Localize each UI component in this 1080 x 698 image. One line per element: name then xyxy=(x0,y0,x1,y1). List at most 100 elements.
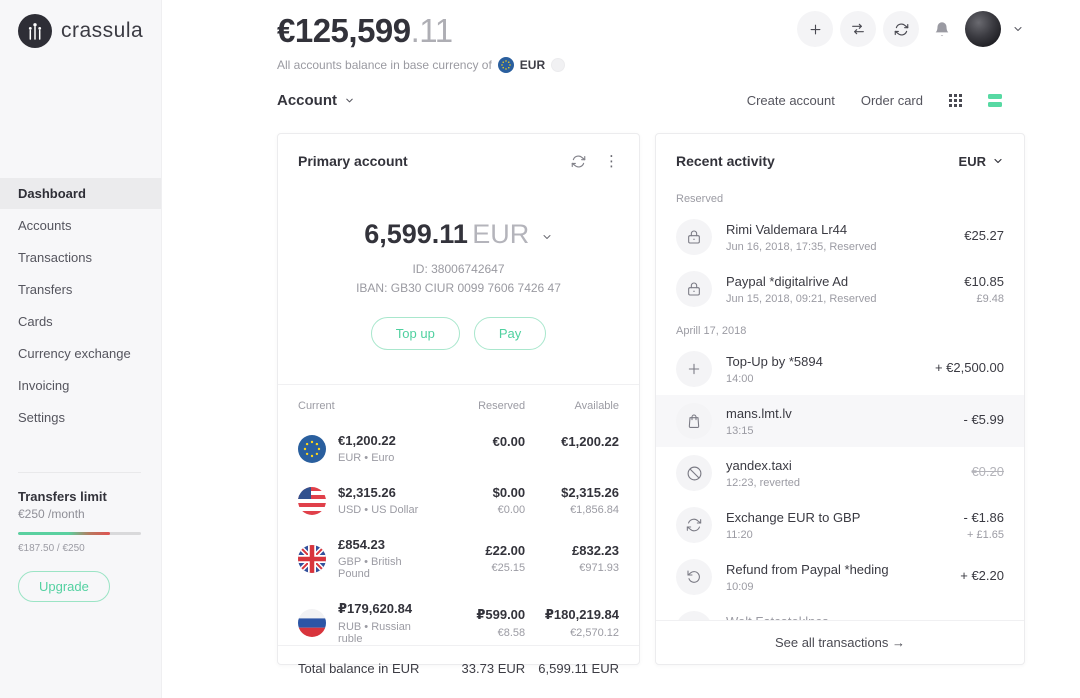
currency-toggle[interactable] xyxy=(551,58,565,72)
activity-subtitle: 10:09 xyxy=(726,581,960,593)
currency-code-line: GBP • British Pound xyxy=(338,556,431,580)
available-converted: €1,856.84 xyxy=(525,504,619,516)
available-converted: €971.93 xyxy=(525,562,619,574)
activity-title: Exchange EUR to GBP xyxy=(726,510,964,525)
total-balance-amount: €125,599.11 xyxy=(277,12,565,50)
reserved-converted: €0.00 xyxy=(431,504,525,516)
activity-item[interactable]: yandex.taxi 12:23, reverted €0.20 xyxy=(656,447,1024,499)
pay-button[interactable]: Pay xyxy=(474,317,546,350)
activity-subtitle: 12:23, reverted xyxy=(726,477,971,489)
sidebar-item-cards[interactable]: Cards xyxy=(0,306,161,337)
transfers-limit-subtitle: €250 /month xyxy=(18,507,141,521)
list-view-icon[interactable] xyxy=(988,94,1002,107)
base-currency-code[interactable]: EUR xyxy=(520,58,545,72)
currency-row[interactable]: $2,315.26 USD • US Dollar $0.00 €0.00 $2… xyxy=(298,485,619,516)
account-selector[interactable]: Account xyxy=(277,92,355,109)
activity-amount-converted: + £1.65 xyxy=(964,529,1004,541)
account-balance-currency: EUR xyxy=(472,219,529,249)
create-account-button[interactable]: Create account xyxy=(747,93,835,108)
activity-item[interactable]: Top-Up by *5894 14:00 + €2,500.00 xyxy=(656,343,1024,395)
currency-amount: £854.23 xyxy=(338,537,431,552)
activity-item[interactable]: Paypal *digitalrive Ad Jun 15, 2018, 09:… xyxy=(656,263,1024,315)
reserved-amount: £22.00 xyxy=(431,543,525,558)
grid-view-icon[interactable] xyxy=(949,94,962,107)
currency-row[interactable]: ₽179,620.84 RUB • Russian ruble ₽599.00 … xyxy=(298,601,619,645)
activity-amount: €10.85 xyxy=(964,274,1004,289)
base-currency-caption: All accounts balance in base currency of xyxy=(277,58,492,72)
total-available: 6,599.11 EUR xyxy=(525,661,619,676)
activity-item[interactable]: Wolt Fatcateklnca 09:39, Insufficient ba… xyxy=(656,603,1024,620)
topbar-actions xyxy=(797,11,1024,47)
add-button[interactable] xyxy=(797,11,833,47)
refresh-icon[interactable] xyxy=(571,154,586,169)
activity-title: Paypal *digitalrive Ad xyxy=(726,274,964,289)
top-up-button[interactable]: Top up xyxy=(371,317,460,350)
transfer-button[interactable] xyxy=(840,11,876,47)
transfers-limit-widget: Transfers limit €250 /month €187.50 / €2… xyxy=(18,472,141,602)
activity-group-label: Reserved xyxy=(656,183,1024,211)
available-amount: ₽180,219.84 xyxy=(525,607,619,623)
activity-item[interactable]: mans.lmt.lv 13:15 - €5.99 xyxy=(656,395,1024,447)
activity-amount: €0.20 xyxy=(971,464,1004,479)
available-amount: $2,315.26 xyxy=(525,485,619,500)
see-all-transactions-link[interactable]: See all transactions → xyxy=(656,620,1024,664)
notifications-bell-icon[interactable] xyxy=(933,20,951,38)
currency-table-header: Current Reserved Available xyxy=(298,400,619,412)
eu-flag-icon xyxy=(498,57,514,73)
account-id: ID: 38006742647 xyxy=(278,262,639,276)
primary-account-card: Primary account ⋮ 6,599.11 EUR ID: 38006… xyxy=(277,133,640,665)
sidebar-item-currency-exchange[interactable]: Currency exchange xyxy=(0,338,161,369)
plus-icon xyxy=(676,351,712,387)
activity-title: yandex.taxi xyxy=(726,458,971,473)
order-card-button[interactable]: Order card xyxy=(861,93,923,108)
sidebar-item-transfers[interactable]: Transfers xyxy=(0,274,161,305)
reserved-amount: ₽599.00 xyxy=(431,607,525,623)
activity-amount: + €2,500.00 xyxy=(935,360,1004,375)
transfers-limit-title: Transfers limit xyxy=(18,489,141,504)
user-avatar[interactable] xyxy=(965,11,1001,47)
recent-activity-title: Recent activity xyxy=(676,153,775,169)
reserved-converted: €8.58 xyxy=(431,627,525,639)
account-selector-label: Account xyxy=(277,92,337,109)
sidebar-item-accounts[interactable]: Accounts xyxy=(0,210,161,241)
activity-amount: €25.27 xyxy=(964,228,1004,243)
view-controls: Create account Order card xyxy=(747,93,1002,108)
activity-amount: - €5.99 xyxy=(964,412,1004,427)
sidebar-item-invoicing[interactable]: Invoicing xyxy=(0,370,161,401)
available-converted: €2,570.12 xyxy=(525,627,619,639)
activity-title: mans.lmt.lv xyxy=(726,406,964,421)
account-iban: IBAN: GB30 CIUR 0099 7606 7426 47 xyxy=(278,281,639,295)
upgrade-button[interactable]: Upgrade xyxy=(18,571,110,602)
activity-amount: + €2.20 xyxy=(960,568,1004,583)
sidebar-item-transactions[interactable]: Transactions xyxy=(0,242,161,273)
activity-subtitle: Jun 16, 2018, 17:35, Reserved xyxy=(726,241,964,253)
eur-flag-icon xyxy=(298,435,326,463)
activity-item[interactable]: Refund from Paypal *heding 10:09 + €2.20 xyxy=(656,551,1024,603)
currency-row[interactable]: £854.23 GBP • British Pound £22.00 €25.1… xyxy=(298,537,619,580)
progress-fill xyxy=(18,532,110,535)
brand-logo[interactable]: crassula xyxy=(18,14,143,48)
total-balance-row: Total balance in EUR 33.73 EUR 6,599.11 … xyxy=(278,645,639,691)
sidebar-item-dashboard[interactable]: Dashboard xyxy=(0,178,161,209)
sidebar: crassula DashboardAccountsTransactionsTr… xyxy=(0,0,162,698)
activity-item[interactable]: Rimi Valdemara Lr44 Jun 16, 2018, 17:35,… xyxy=(656,211,1024,263)
activity-subtitle: 13:15 xyxy=(726,425,964,437)
sidebar-item-settings[interactable]: Settings xyxy=(0,402,161,433)
profile-chevron-down-icon[interactable] xyxy=(1012,23,1024,35)
primary-account-title: Primary account xyxy=(298,153,408,169)
available-amount: €1,200.22 xyxy=(525,434,619,449)
currency-row[interactable]: €1,200.22 EUR • Euro €0.00 €1,200.22 xyxy=(298,433,619,464)
activity-currency-filter[interactable]: EUR xyxy=(959,154,1004,169)
activity-group-label: Aprill 17, 2018 xyxy=(656,315,1024,343)
transfers-limit-progressbar xyxy=(18,532,141,535)
total-balance-cents: .11 xyxy=(411,12,453,49)
kebab-menu-icon[interactable]: ⋮ xyxy=(604,154,619,169)
activity-title: Top-Up by *5894 xyxy=(726,354,935,369)
available-amount: £832.23 xyxy=(525,543,619,558)
reserved-amount: €0.00 xyxy=(431,434,525,449)
exchange-button[interactable] xyxy=(883,11,919,47)
activity-item[interactable]: Exchange EUR to GBP 11:20 - €1.86 + £1.6… xyxy=(656,499,1024,551)
account-balance-block: 6,599.11 EUR ID: 38006742647 IBAN: GB30 … xyxy=(278,219,639,350)
cancel-icon xyxy=(676,611,712,620)
account-balance[interactable]: 6,599.11 EUR xyxy=(278,219,639,250)
